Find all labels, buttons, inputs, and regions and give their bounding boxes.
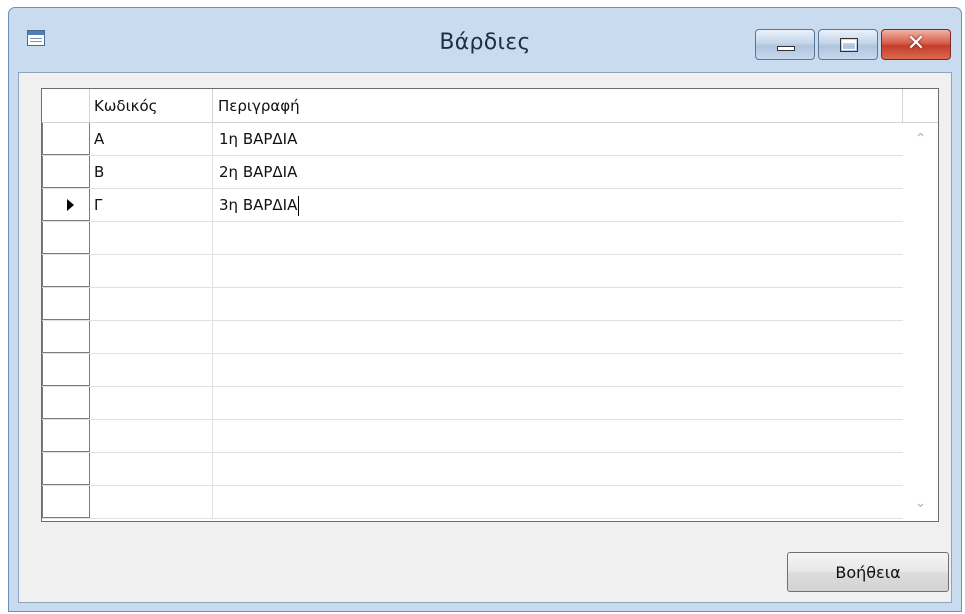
vertical-scrollbar[interactable]: ⌃ ⌄	[903, 123, 938, 521]
row-selector[interactable]	[42, 486, 90, 518]
table-row[interactable]	[42, 288, 903, 321]
description-cell[interactable]	[213, 321, 903, 353]
code-cell[interactable]	[90, 486, 213, 518]
text-caret	[298, 195, 300, 216]
scroll-up-icon[interactable]: ⌃	[903, 127, 938, 151]
header-corner	[903, 89, 938, 123]
description-cell[interactable]: 3η ΒΑΡΔΙΑ	[213, 189, 903, 221]
table-row[interactable]: Β 2η ΒΑΡΔΙΑ	[42, 156, 903, 189]
code-cell[interactable]	[90, 321, 213, 353]
grid-header: Κωδικός Περιγραφή	[42, 89, 938, 123]
description-cell[interactable]	[213, 387, 903, 419]
code-cell[interactable]	[90, 420, 213, 452]
description-cell[interactable]	[213, 420, 903, 452]
shifts-grid[interactable]: Κωδικός Περιγραφή Α 1η ΒΑΡΔΙΑ Β 2η ΒΑΡΔΙΑ Γ 3…	[41, 88, 939, 522]
maximize-button[interactable]	[818, 29, 878, 60]
title-bar[interactable]: Βάρδιες ✕	[9, 8, 961, 72]
code-cell[interactable]	[90, 255, 213, 287]
table-row[interactable]	[42, 420, 903, 453]
scroll-down-icon[interactable]: ⌄	[903, 491, 938, 515]
row-selector[interactable]	[42, 354, 90, 386]
code-cell[interactable]: Γ	[90, 189, 213, 221]
table-row[interactable]: Α 1η ΒΑΡΔΙΑ	[42, 123, 903, 156]
description-text: 1η ΒΑΡΔΙΑ	[219, 130, 298, 148]
column-header-code[interactable]: Κωδικός	[90, 89, 213, 123]
code-cell[interactable]	[90, 387, 213, 419]
client-area: Κωδικός Περιγραφή Α 1η ΒΑΡΔΙΑ Β 2η ΒΑΡΔΙΑ Γ 3…	[18, 72, 952, 603]
description-cell[interactable]: 1η ΒΑΡΔΙΑ	[213, 123, 903, 155]
table-row[interactable]	[42, 453, 903, 486]
description-cell[interactable]	[213, 288, 903, 320]
row-selector[interactable]	[42, 387, 90, 419]
code-cell[interactable]	[90, 288, 213, 320]
maximize-icon	[840, 38, 858, 52]
code-cell[interactable]	[90, 354, 213, 386]
grid-rows: Α 1η ΒΑΡΔΙΑ Β 2η ΒΑΡΔΙΑ Γ 3η ΒΑΡΔΙΑ	[42, 123, 903, 519]
row-selector-header[interactable]	[42, 89, 90, 123]
table-row[interactable]	[42, 321, 903, 354]
description-cell[interactable]	[213, 255, 903, 287]
table-row[interactable]	[42, 387, 903, 420]
window: Βάρδιες ✕ Κωδικός Περιγραφή Α 1η ΒΑΡΔΙΑ Β 2…	[8, 7, 962, 612]
row-selector[interactable]	[42, 321, 90, 353]
current-row-icon	[67, 199, 74, 211]
description-cell[interactable]: 2η ΒΑΡΔΙΑ	[213, 156, 903, 188]
description-text: 3η ΒΑΡΔΙΑ	[219, 196, 298, 214]
code-cell[interactable]: Β	[90, 156, 213, 188]
row-selector[interactable]	[42, 123, 90, 155]
description-cell[interactable]	[213, 222, 903, 254]
minimize-icon	[777, 46, 795, 51]
code-cell[interactable]	[90, 222, 213, 254]
description-cell[interactable]	[213, 486, 903, 518]
row-selector[interactable]	[42, 453, 90, 485]
row-selector[interactable]	[42, 222, 90, 254]
table-row[interactable]: Γ 3η ΒΑΡΔΙΑ	[42, 189, 903, 222]
code-cell[interactable]: Α	[90, 123, 213, 155]
close-button[interactable]: ✕	[881, 29, 951, 60]
row-selector[interactable]	[42, 189, 90, 221]
table-row[interactable]	[42, 255, 903, 288]
minimize-button[interactable]	[755, 29, 815, 60]
row-selector[interactable]	[42, 156, 90, 188]
table-row[interactable]	[42, 354, 903, 387]
column-header-description[interactable]: Περιγραφή	[213, 89, 903, 123]
description-text: 2η ΒΑΡΔΙΑ	[219, 163, 298, 181]
table-row[interactable]	[42, 486, 903, 519]
code-cell[interactable]	[90, 453, 213, 485]
row-selector[interactable]	[42, 255, 90, 287]
row-selector[interactable]	[42, 420, 90, 452]
table-row[interactable]	[42, 222, 903, 255]
description-cell[interactable]	[213, 354, 903, 386]
close-icon: ✕	[906, 31, 926, 56]
description-cell[interactable]	[213, 453, 903, 485]
row-selector[interactable]	[42, 288, 90, 320]
help-button[interactable]: Βοήθεια	[787, 552, 949, 592]
